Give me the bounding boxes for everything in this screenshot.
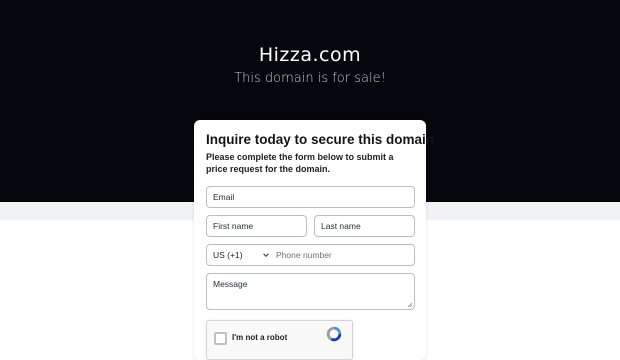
form-heading: Inquire today to secure this domain: [206, 132, 435, 147]
email-placeholder: Email: [213, 192, 235, 202]
phone-input-group: US (+1) Phone number: [206, 244, 415, 266]
recaptcha-checkbox[interactable]: [214, 332, 227, 345]
phone-number-input[interactable]: Phone number: [276, 245, 332, 265]
domain-title: Hizza.com: [258, 44, 362, 66]
first-name-placeholder: First name: [213, 221, 254, 231]
email-field[interactable]: Email: [206, 186, 415, 208]
first-name-field[interactable]: First name: [206, 215, 307, 237]
last-name-field[interactable]: Last name: [314, 215, 415, 237]
resize-handle-icon[interactable]: [407, 302, 413, 308]
message-placeholder: Message: [213, 279, 248, 289]
domain-subtitle: This domain is for sale!: [234, 71, 386, 86]
recaptcha-logo-icon: [326, 326, 342, 342]
recaptcha-label: I'm not a robot: [232, 333, 288, 342]
last-name-placeholder: Last name: [321, 221, 361, 231]
country-code-select[interactable]: US (+1): [213, 245, 243, 265]
message-textarea[interactable]: Message: [206, 273, 415, 310]
chevron-down-icon[interactable]: [263, 252, 269, 258]
recaptcha-widget: I'm not a robot: [206, 320, 353, 360]
form-description: Please complete the form below to submit…: [206, 152, 394, 174]
inquiry-form-card: Inquire today to secure this domain Plea…: [194, 120, 434, 360]
